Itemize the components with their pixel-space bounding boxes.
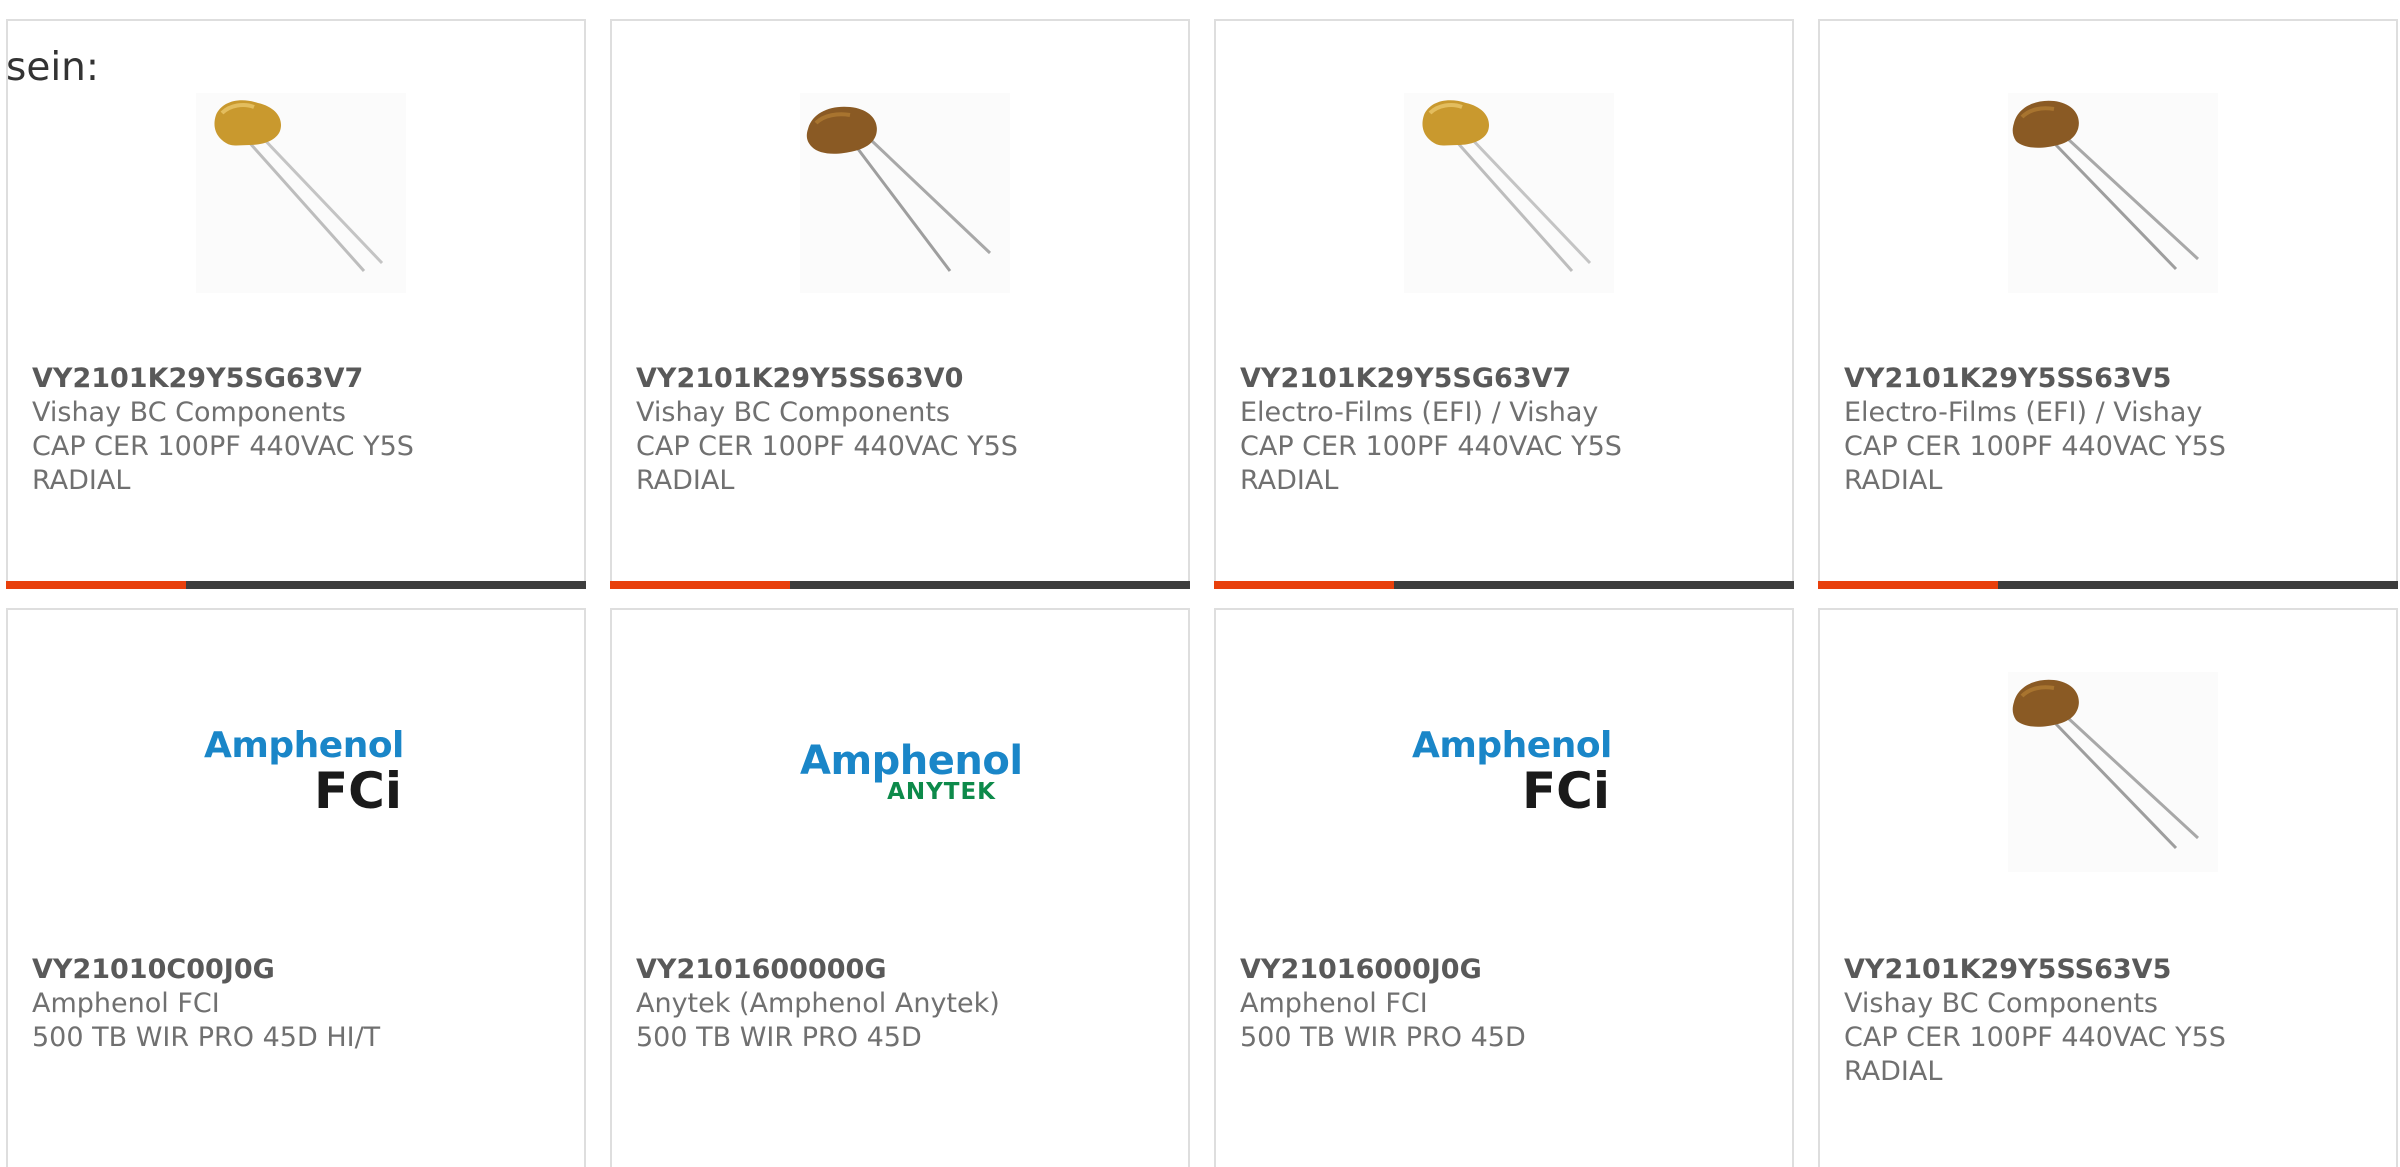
part-number[interactable]: VY2101K29Y5SS63V0 [636, 362, 1156, 396]
product-card[interactable]: Amphenol FCi VY21010C00J0G Amphenol FCI … [6, 608, 586, 1167]
logo-amphenol-text: Amphenol [800, 737, 1023, 784]
description-cont: RADIAL [1240, 465, 1339, 496]
product-info: VY2101600000G Anytek (Amphenol Anytek) 5… [636, 953, 1156, 1055]
description: 500 TB WIR PRO 45D [636, 1022, 922, 1053]
progress-bar [6, 581, 586, 589]
progress-bar [1818, 581, 2398, 589]
amphenol-fci-logo: Amphenol FCi [196, 672, 406, 872]
description: CAP CER 100PF 440VAC Y5S [32, 431, 414, 462]
product-card[interactable]: Amphenol FCi VY21016000J0G Amphenol FCI … [1214, 608, 1794, 1167]
progress-fill [1214, 581, 1394, 589]
progress-fill [1818, 581, 1998, 589]
manufacturer: Vishay BC Components [636, 397, 950, 428]
progress-bar [1214, 581, 1794, 589]
logo-amphenol-text: Amphenol [204, 725, 404, 766]
description: CAP CER 100PF 440VAC Y5S [1240, 431, 1622, 462]
amphenol-fci-logo: Amphenol FCi [1404, 672, 1614, 872]
product-card[interactable]: VY2101K29Y5SS63V5 Vishay BC Components C… [1818, 608, 2398, 1167]
ceramic-capacitor-icon [196, 93, 406, 293]
description-cont: RADIAL [636, 465, 735, 496]
part-number[interactable]: VY2101600000G [636, 953, 1156, 987]
description-cont: RADIAL [1844, 1056, 1943, 1087]
product-image[interactable]: Amphenol ANYTEK [800, 672, 1023, 872]
ceramic-capacitor-icon [2008, 93, 2218, 293]
product-image[interactable] [196, 93, 406, 293]
product-grid-page: sein: VY2101K29Y5SG63V7 Vishay BC Compon… [0, 0, 2400, 1167]
description-cont: RADIAL [32, 465, 131, 496]
product-card[interactable]: VY2101K29Y5SS63V0 Vishay BC Components C… [610, 19, 1190, 589]
manufacturer: Electro-Films (EFI) / Vishay [1844, 397, 2203, 428]
manufacturer: Electro-Films (EFI) / Vishay [1240, 397, 1599, 428]
progress-fill [6, 581, 186, 589]
part-number[interactable]: VY2101K29Y5SG63V7 [32, 362, 552, 396]
part-number[interactable]: VY2101K29Y5SG63V7 [1240, 362, 1760, 396]
part-number[interactable]: VY2101K29Y5SS63V5 [1844, 362, 2364, 396]
manufacturer: Vishay BC Components [1844, 988, 2158, 1019]
manufacturer: Vishay BC Components [32, 397, 346, 428]
product-card[interactable]: Amphenol ANYTEK VY2101600000G Anytek (Am… [610, 608, 1190, 1167]
product-card[interactable]: VY2101K29Y5SG63V7 Vishay BC Components C… [6, 19, 586, 589]
manufacturer: Amphenol FCI [32, 988, 220, 1019]
product-info: VY2101K29Y5SS63V5 Vishay BC Components C… [1844, 953, 2364, 1089]
product-image[interactable]: Amphenol FCi [1404, 672, 1614, 872]
product-card[interactable]: VY2101K29Y5SS63V5 Electro-Films (EFI) / … [1818, 19, 2398, 589]
part-number[interactable]: VY21010C00J0G [32, 953, 552, 987]
progress-fill [610, 581, 790, 589]
ceramic-capacitor-icon [2008, 672, 2218, 872]
description-cont: RADIAL [1844, 465, 1943, 496]
product-card[interactable]: VY2101K29Y5SG63V7 Electro-Films (EFI) / … [1214, 19, 1794, 589]
description: 500 TB WIR PRO 45D [1240, 1022, 1526, 1053]
logo-fci-text: FCi [314, 762, 402, 820]
product-image[interactable] [2008, 672, 2218, 872]
product-image[interactable] [1404, 93, 1614, 293]
product-image[interactable] [800, 93, 1010, 293]
manufacturer: Anytek (Amphenol Anytek) [636, 988, 1000, 1019]
progress-bar [610, 581, 1190, 589]
product-image[interactable]: Amphenol FCi [196, 672, 406, 872]
product-info: VY2101K29Y5SS63V0 Vishay BC Components C… [636, 362, 1156, 498]
manufacturer: Amphenol FCI [1240, 988, 1428, 1019]
product-info: VY21016000J0G Amphenol FCI 500 TB WIR PR… [1240, 953, 1760, 1055]
product-info: VY21010C00J0G Amphenol FCI 500 TB WIR PR… [32, 953, 552, 1055]
logo-fci-text: FCi [1522, 762, 1610, 820]
product-info: VY2101K29Y5SG63V7 Vishay BC Components C… [32, 362, 552, 498]
part-number[interactable]: VY21016000J0G [1240, 953, 1760, 987]
amphenol-anytek-logo: Amphenol ANYTEK [800, 672, 1023, 872]
ceramic-capacitor-icon [1404, 93, 1614, 293]
part-number[interactable]: VY2101K29Y5SS63V5 [1844, 953, 2364, 987]
product-info: VY2101K29Y5SG63V7 Electro-Films (EFI) / … [1240, 362, 1760, 498]
product-image[interactable] [2008, 93, 2218, 293]
description: 500 TB WIR PRO 45D HI/T [32, 1022, 381, 1053]
intro-text: sein: [6, 45, 100, 90]
logo-amphenol-text: Amphenol [1412, 725, 1612, 766]
ceramic-capacitor-icon [800, 93, 1010, 293]
logo-anytek-text: ANYTEK [887, 778, 996, 805]
product-info: VY2101K29Y5SS63V5 Electro-Films (EFI) / … [1844, 362, 2364, 498]
description: CAP CER 100PF 440VAC Y5S [1844, 431, 2226, 462]
description: CAP CER 100PF 440VAC Y5S [636, 431, 1018, 462]
description: CAP CER 100PF 440VAC Y5S [1844, 1022, 2226, 1053]
